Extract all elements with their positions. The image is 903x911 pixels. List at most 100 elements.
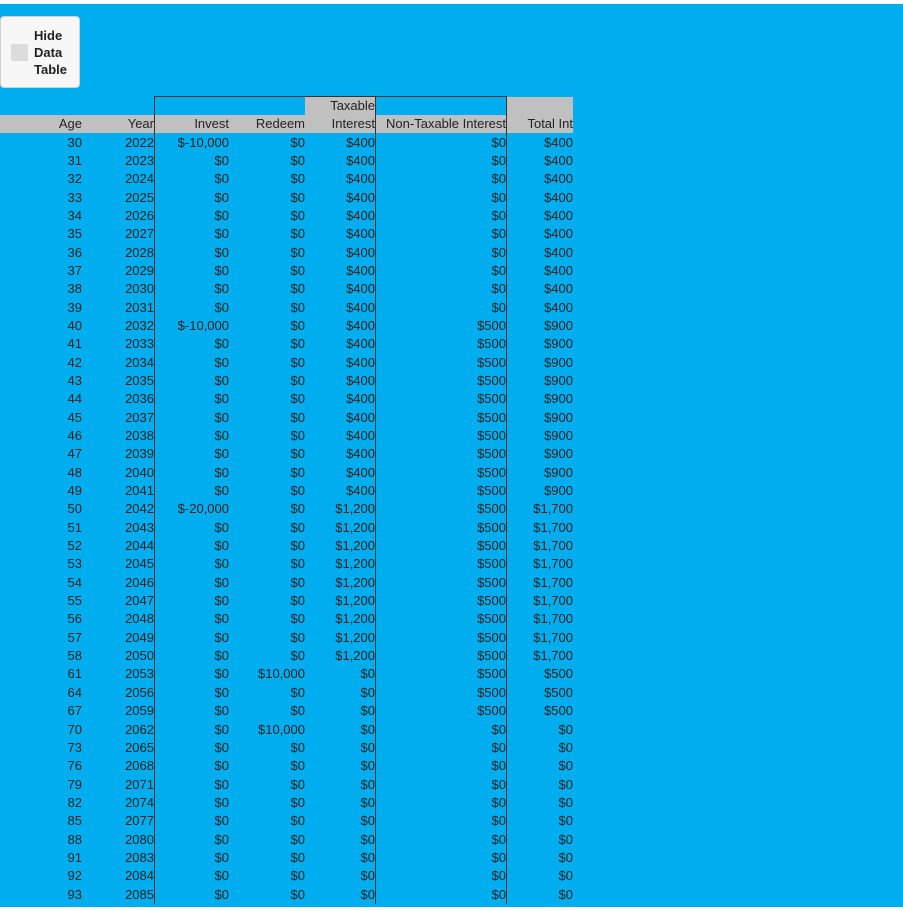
- taxable-interest-cell: $400: [305, 408, 376, 427]
- non-taxable-interest-cell: $500: [375, 481, 507, 501]
- age-cell: 55: [67, 593, 82, 609]
- taxable-interest-cell: $0: [305, 793, 376, 813]
- taxable-interest-cell: $1,200: [305, 536, 376, 556]
- age-cell: 36: [67, 244, 82, 260]
- table-row: 40 2032 $-10,000 $0 $400 $500 $900: [0, 316, 573, 336]
- redeem-cell: $0: [290, 538, 305, 554]
- taxable-interest-cell: $400: [305, 206, 376, 226]
- year-cell: 2042: [82, 500, 155, 519]
- non-taxable-interest-cell: $500: [375, 555, 507, 574]
- taxable-interest-cell: $400: [305, 390, 376, 409]
- invest-cell: $0: [214, 648, 229, 664]
- taxable-interest-cell: $400: [305, 280, 376, 299]
- year-cell: 2022: [82, 133, 155, 152]
- year-cell: 2059: [82, 702, 155, 721]
- year-cell: 2033: [82, 335, 155, 354]
- redeem-cell: $0: [290, 372, 305, 388]
- age-cell: 41: [67, 336, 82, 352]
- non-taxable-interest-cell: $0: [375, 812, 507, 831]
- taxable-interest-cell: $0: [305, 812, 376, 831]
- table-row: 57 2049 $0 $0 $1,200 $500 $1,700: [0, 628, 573, 647]
- table-row: 55 2047 $0 $0 $1,200 $500 $1,700: [0, 591, 573, 611]
- taxable-interest-cell: $400: [305, 335, 376, 354]
- invest-cell: $0: [214, 391, 229, 407]
- total-interest-cell: $400: [544, 281, 573, 297]
- header-redeem: Redeem: [229, 115, 305, 134]
- taxable-interest-cell: $0: [305, 867, 376, 886]
- year-cell: 2083: [82, 848, 155, 868]
- year-cell: 2029: [82, 261, 155, 281]
- invest-cell: $0: [214, 684, 229, 700]
- taxable-interest-cell: $1,200: [305, 518, 376, 537]
- age-cell: 49: [67, 483, 82, 499]
- invest-cell: $0: [214, 758, 229, 774]
- age-cell: 54: [67, 574, 82, 590]
- age-cell: 46: [67, 428, 82, 444]
- year-cell: 2037: [82, 408, 155, 427]
- year-cell: 2024: [82, 170, 155, 189]
- year-cell: 2023: [82, 151, 155, 171]
- total-interest-cell: $1,700: [533, 574, 573, 590]
- invest-cell: $0: [214, 629, 229, 645]
- total-interest-cell: $1,700: [533, 556, 573, 572]
- checkbox-icon[interactable]: [11, 44, 28, 61]
- taxable-interest-cell: $0: [305, 738, 376, 758]
- non-taxable-interest-cell: $500: [375, 408, 507, 427]
- taxable-interest-cell: $0: [305, 775, 376, 794]
- year-cell: 2045: [82, 555, 155, 574]
- age-cell: 34: [67, 207, 82, 223]
- taxable-interest-cell: $0: [305, 683, 376, 702]
- header-row: Age Year Invest Redeem Interest Non-Taxa…: [0, 115, 573, 134]
- invest-cell: $0: [214, 593, 229, 609]
- total-interest-cell: $900: [544, 464, 573, 480]
- total-interest-cell: $1,700: [533, 611, 573, 627]
- age-cell: 35: [67, 226, 82, 242]
- taxable-interest-cell: $400: [305, 188, 376, 207]
- invest-cell: $0: [214, 776, 229, 792]
- year-cell: 2026: [82, 206, 155, 226]
- non-taxable-interest-cell: $0: [375, 738, 507, 758]
- taxable-interest-cell: $0: [305, 830, 376, 849]
- year-cell: 2044: [82, 536, 155, 556]
- taxable-interest-cell: $1,200: [305, 628, 376, 647]
- header-total-interest: Total Int: [506, 115, 573, 134]
- age-cell: 79: [67, 776, 82, 792]
- invest-cell: $0: [214, 262, 229, 278]
- total-interest-cell: $0: [558, 868, 573, 884]
- total-interest-cell: $900: [544, 372, 573, 388]
- year-cell: 2047: [82, 591, 155, 611]
- non-taxable-interest-cell: $0: [375, 225, 507, 244]
- header-row-top: Taxable: [0, 96, 573, 115]
- total-interest-cell: $0: [558, 721, 573, 737]
- taxable-interest-cell: $1,200: [305, 573, 376, 592]
- table-row: 49 2041 $0 $0 $400 $500 $900: [0, 481, 573, 501]
- redeem-cell: $0: [290, 703, 305, 719]
- redeem-cell: $0: [290, 813, 305, 829]
- total-interest-cell: $0: [558, 794, 573, 810]
- taxable-interest-cell: $0: [305, 757, 376, 776]
- redeem-cell: $0: [290, 684, 305, 700]
- age-cell: 85: [67, 813, 82, 829]
- table-row: 34 2026 $0 $0 $400 $0 $400: [0, 206, 573, 226]
- redeem-cell: $0: [290, 648, 305, 664]
- taxable-interest-cell: $400: [305, 225, 376, 244]
- non-taxable-interest-cell: $0: [375, 151, 507, 171]
- invest-cell: $0: [214, 446, 229, 462]
- year-cell: 2077: [82, 812, 155, 831]
- non-taxable-interest-cell: $500: [375, 335, 507, 354]
- redeem-cell: $0: [290, 262, 305, 278]
- hide-data-table-label: Hide Data Table: [34, 28, 67, 77]
- total-interest-cell: $0: [558, 886, 573, 902]
- total-interest-cell: $0: [558, 849, 573, 865]
- table-row: 61 2053 $0 $10,000 $0 $500 $500: [0, 665, 573, 684]
- invest-cell: $0: [214, 207, 229, 223]
- total-interest-cell: $900: [544, 428, 573, 444]
- invest-cell: $0: [214, 666, 229, 682]
- redeem-cell: $0: [290, 483, 305, 499]
- hide-data-table-button[interactable]: Hide Data Table: [0, 16, 80, 88]
- redeem-cell: $0: [290, 739, 305, 755]
- non-taxable-interest-cell: $500: [375, 628, 507, 647]
- total-interest-cell: $400: [544, 134, 573, 150]
- non-taxable-interest-cell: $0: [375, 867, 507, 886]
- redeem-cell: $0: [290, 831, 305, 847]
